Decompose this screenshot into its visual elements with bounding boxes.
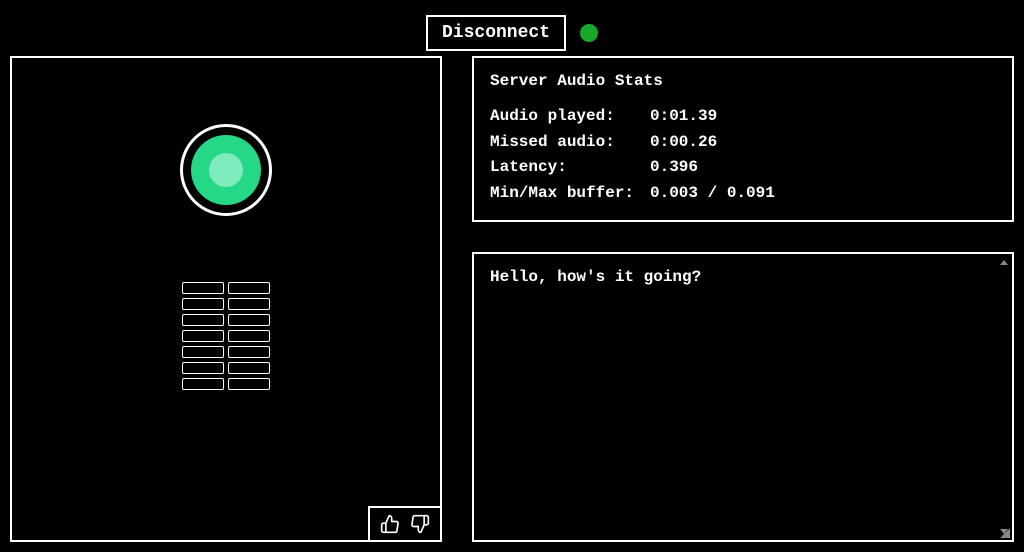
- stats-label: Missed audio:: [490, 130, 640, 156]
- server-audio-stats-panel: Server Audio Stats Audio played:0:01.39M…: [472, 56, 1014, 222]
- disconnect-button[interactable]: Disconnect: [426, 15, 566, 51]
- thumb-up-icon[interactable]: [380, 514, 400, 534]
- level-bar: [228, 378, 270, 390]
- orb-core-icon: [209, 153, 243, 187]
- level-bar: [182, 378, 224, 390]
- main: Server Audio Stats Audio played:0:01.39M…: [0, 56, 1024, 552]
- level-bar: [182, 362, 224, 374]
- level-bar: [182, 314, 224, 326]
- transcript-panel[interactable]: Hello, how's it going?: [472, 252, 1014, 542]
- stats-value: 0.396: [650, 155, 698, 181]
- resize-grip-icon[interactable]: [1000, 528, 1010, 538]
- stats-value: 0:01.39: [650, 104, 717, 130]
- mic-orb: [180, 124, 272, 216]
- stats-row: Missed audio: 0:00.26: [490, 130, 996, 156]
- stats-label: Audio played:: [490, 104, 640, 130]
- right-column: Server Audio Stats Audio played:0:01.39M…: [472, 56, 1014, 542]
- stats-title: Server Audio Stats: [490, 72, 996, 90]
- stats-row: Latency: 0.396: [490, 155, 996, 181]
- stats-value: 0:00.26: [650, 130, 717, 156]
- level-bar: [182, 282, 224, 294]
- stats-label: Min/Max buffer:: [490, 181, 640, 207]
- audio-visualizer-panel: [10, 56, 442, 542]
- transcript-text: Hello, how's it going?: [490, 268, 996, 286]
- level-bar: [228, 314, 270, 326]
- level-bar: [228, 362, 270, 374]
- level-bar: [182, 298, 224, 310]
- scroll-up-icon[interactable]: [1000, 260, 1008, 265]
- feedback-toolbar: [368, 506, 440, 540]
- thumb-down-icon[interactable]: [410, 514, 430, 534]
- level-bar: [228, 346, 270, 358]
- level-bar: [228, 330, 270, 342]
- connection-status-indicator: [580, 24, 598, 42]
- level-bars-grid: [182, 282, 270, 390]
- stats-label: Latency:: [490, 155, 640, 181]
- stats-value: 0.003 / 0.091: [650, 181, 775, 207]
- orb-ring-icon: [180, 124, 272, 216]
- stats-row: Min/Max buffer: 0.003 / 0.091: [490, 181, 996, 207]
- level-bar: [228, 298, 270, 310]
- topbar: Disconnect: [0, 0, 1024, 56]
- stats-row: Audio played: 0:01.39: [490, 104, 996, 130]
- orb-fill-icon: [191, 135, 261, 205]
- level-bar: [228, 282, 270, 294]
- level-bar: [182, 346, 224, 358]
- level-bar: [182, 330, 224, 342]
